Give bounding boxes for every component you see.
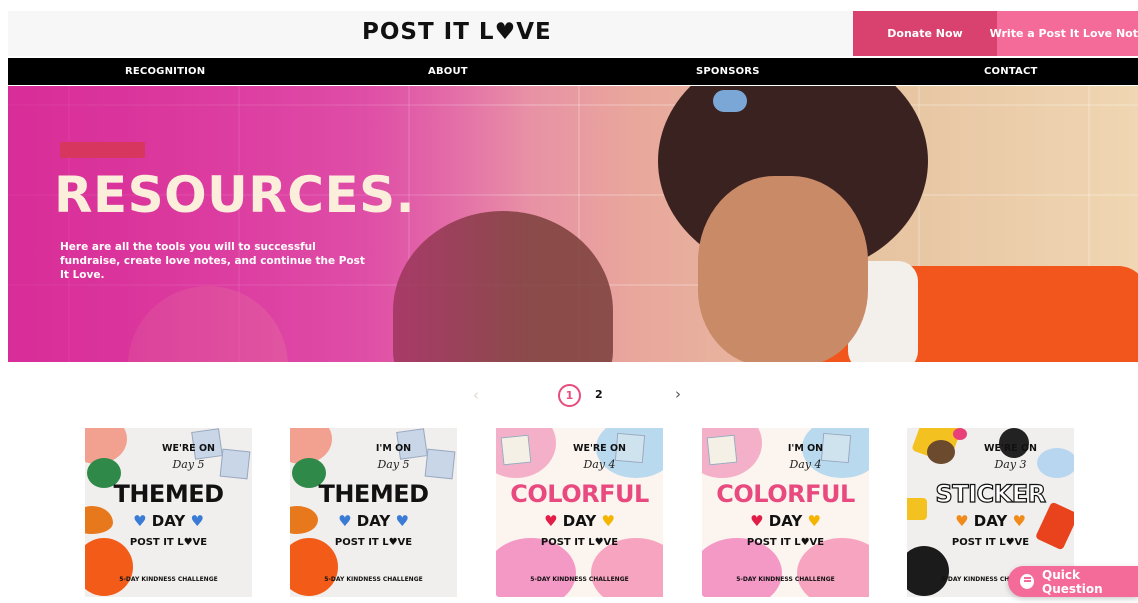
resource-card-1[interactable]: WE'RE ON Day 5 THEMED ♥ DAY ♥ POST IT L♥… <box>85 428 252 597</box>
hero-banner: RESOURCES. Here are all the tools you wi… <box>8 86 1138 362</box>
card-day-word: DAY <box>562 512 597 530</box>
card-day-word: DAY <box>973 512 1008 530</box>
card-brand: POST IT L♥VE <box>746 537 825 548</box>
card-footer: 5-DAY KINDNESS CHALLENGE <box>530 576 629 583</box>
site-header: POST IT L♥VE Donate Now Write a Post It … <box>8 11 1138 56</box>
heart-icon: ♥ <box>750 512 764 530</box>
nav-item-about[interactable]: ABOUT <box>428 58 468 85</box>
resource-card-2[interactable]: I'M ON Day 5 THEMED ♥ DAY ♥ POST IT L♥VE… <box>290 428 457 597</box>
resource-card-4[interactable]: I'M ON Day 4 COLORFUL ♥ DAY ♥ POST IT L♥… <box>702 428 869 597</box>
card-day-text: Day 3 <box>994 458 1027 471</box>
bow-sticker <box>953 428 967 440</box>
card-brand: POST IT L♥VE <box>540 537 619 548</box>
donate-now-button[interactable]: Donate Now <box>853 11 997 56</box>
pagination: ‹ 1 2 › <box>0 384 1138 408</box>
card-footer: 5-DAY KINDNESS CHALLENGE <box>736 576 835 583</box>
card-top-text: WE'RE ON <box>572 443 626 454</box>
nav-item-sponsors[interactable]: SPONSORS <box>696 58 760 85</box>
hero-accent-bar <box>60 142 145 158</box>
write-note-label: Write a Post It Love Note <box>989 27 1138 40</box>
card-theme-title: COLORFUL <box>510 480 649 508</box>
card-top-text: I'M ON <box>375 443 412 454</box>
card-theme-title: THEMED <box>113 480 224 508</box>
quick-question-button[interactable]: Quick Question <box>1008 566 1138 597</box>
card-day-text: Day 5 <box>172 458 205 471</box>
ghost-sticker <box>907 546 949 596</box>
card-theme-title: THEMED <box>318 480 429 508</box>
card-day-text: Day 4 <box>583 458 616 471</box>
write-note-button[interactable]: Write a Post It Love Note <box>990 11 1138 56</box>
card-footer: 5-DAY KINDNESS CHALLENGE <box>119 576 218 583</box>
heart-icon: ♥ <box>1012 512 1026 530</box>
card-top-text: WE'RE ON <box>161 443 215 454</box>
heart-icon: ♥ <box>338 512 352 530</box>
resource-card-3[interactable]: WE'RE ON Day 4 COLORFUL ♥ DAY ♥ POST IT … <box>496 428 663 597</box>
main-nav: RECOGNITION ABOUT SPONSORS CONTACT <box>8 58 1138 85</box>
hero-pink-overlay <box>8 86 528 362</box>
logo-text: POST IT L♥VE <box>362 19 552 45</box>
card-brand: POST IT L♥VE <box>951 537 1030 548</box>
heart-icon: ♥ <box>133 512 147 530</box>
hero-subtitle: Here are all the tools you will to succe… <box>60 241 365 281</box>
page-title: RESOURCES. <box>54 166 416 224</box>
card-day-word: DAY <box>151 512 186 530</box>
card-brand: POST IT L♥VE <box>129 537 208 548</box>
heart-icon: ♥ <box>395 512 409 530</box>
heart-icon: ♥ <box>190 512 204 530</box>
card-day-text: Day 5 <box>377 458 410 471</box>
card-footer: 5-DAY KINDNESS CHALLENGE <box>324 576 423 583</box>
card-day-word: DAY <box>768 512 803 530</box>
chevron-left-icon[interactable]: ‹ <box>473 386 479 404</box>
heart-icon: ♥ <box>601 512 615 530</box>
site-logo[interactable]: POST IT L♥VE <box>362 19 552 45</box>
heart-icon: ♥ <box>807 512 821 530</box>
card-day-word: DAY <box>356 512 391 530</box>
nav-item-recognition[interactable]: RECOGNITION <box>125 58 205 85</box>
heart-icon: ♥ <box>544 512 558 530</box>
nav-item-contact[interactable]: CONTACT <box>984 58 1038 85</box>
chat-bubble-icon <box>1020 574 1034 589</box>
page-2-button[interactable]: 2 <box>595 388 603 401</box>
hero-photo-hair-clip <box>713 90 747 112</box>
card-theme-title: COLORFUL <box>716 480 855 508</box>
card-top-text: WE'RE ON <box>983 443 1037 454</box>
quick-question-label: Quick Question <box>1042 567 1103 596</box>
card-top-text: I'M ON <box>787 443 824 454</box>
card-brand: POST IT L♥VE <box>334 537 413 548</box>
chevron-right-icon[interactable]: › <box>675 385 681 403</box>
card-theme-title: STICKER <box>935 479 1047 508</box>
donate-now-label: Donate Now <box>887 27 963 40</box>
page-1-button[interactable]: 1 <box>558 384 581 407</box>
hero-photo-child-right-face <box>698 176 868 362</box>
card-day-text: Day 4 <box>789 458 822 471</box>
heart-icon: ♥ <box>955 512 969 530</box>
